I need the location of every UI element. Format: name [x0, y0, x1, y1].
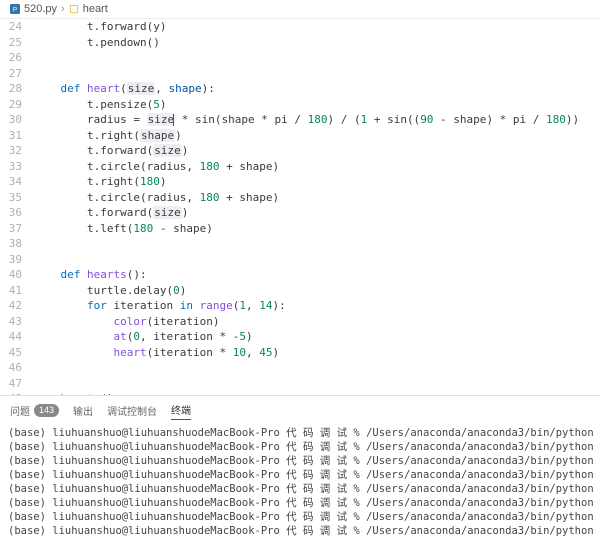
code-line[interactable]: 44 at(0, iteration * -5): [0, 329, 600, 345]
terminal-line: (base) liuhuanshuo@liuhuanshuodeMacBook-…: [8, 468, 592, 482]
code-content: [34, 66, 600, 82]
terminal-line: (base) liuhuanshuo@liuhuanshuodeMacBook-…: [8, 482, 592, 496]
code-line[interactable]: 37 t.left(180 - shape): [0, 221, 600, 237]
line-number: 37: [0, 221, 34, 237]
terminal-line: (base) liuhuanshuo@liuhuanshuodeMacBook-…: [8, 440, 592, 454]
line-number: 29: [0, 97, 34, 113]
code-line[interactable]: 38: [0, 236, 600, 252]
svg-text:P: P: [13, 7, 17, 14]
breadcrumb-file[interactable]: 520.py: [24, 3, 57, 15]
panel-tab-label: 终端: [171, 402, 191, 417]
line-number: 25: [0, 35, 34, 51]
line-number: 31: [0, 128, 34, 144]
code-content: t.right(180): [34, 174, 600, 190]
line-number: 26: [0, 50, 34, 66]
code-content: at(0, iteration * -5): [34, 329, 600, 345]
code-line[interactable]: 30 radius = size * sin(shape * pi / 180)…: [0, 112, 600, 128]
line-number: 34: [0, 174, 34, 190]
code-content: t.forward(size): [34, 143, 600, 159]
code-line[interactable]: 39: [0, 252, 600, 268]
code-line[interactable]: 27: [0, 66, 600, 82]
code-line[interactable]: 43 color(iteration): [0, 314, 600, 330]
code-content: t.pendown(): [34, 35, 600, 51]
line-number: 28: [0, 81, 34, 97]
panel-tabs: 问题 143 输出 调试控制台 终端: [0, 395, 600, 422]
terminal-line: (base) liuhuanshuo@liuhuanshuodeMacBook-…: [8, 496, 592, 510]
line-number: 46: [0, 360, 34, 376]
code-line[interactable]: 28 def heart(size, shape):: [0, 81, 600, 97]
code-content: t.circle(radius, 180 + shape): [34, 159, 600, 175]
code-line[interactable]: 33 t.circle(radius, 180 + shape): [0, 159, 600, 175]
line-number: 43: [0, 314, 34, 330]
line-number: 45: [0, 345, 34, 361]
line-number: 27: [0, 66, 34, 82]
line-number: 39: [0, 252, 34, 268]
panel-tab-terminal[interactable]: 终端: [171, 400, 191, 420]
panel-tab-problems[interactable]: 问题 143: [10, 400, 59, 420]
code-line[interactable]: 26: [0, 50, 600, 66]
code-content: t.right(shape): [34, 128, 600, 144]
line-number: 33: [0, 159, 34, 175]
code-content: t.pensize(5): [34, 97, 600, 113]
panel-tab-label: 调试控制台: [107, 403, 157, 418]
code-content: heart(iteration * 10, 45): [34, 345, 600, 361]
panel-tab-label: 输出: [73, 403, 93, 418]
code-line[interactable]: 29 t.pensize(5): [0, 97, 600, 113]
code-content: radius = size * sin(shape * pi / 180) / …: [34, 112, 600, 128]
panel-tab-debug[interactable]: 调试控制台: [107, 400, 157, 420]
line-number: 41: [0, 283, 34, 299]
code-content: t.left(180 - shape): [34, 221, 600, 237]
terminal-line: (base) liuhuanshuo@liuhuanshuodeMacBook-…: [8, 510, 592, 524]
line-number: 36: [0, 205, 34, 221]
code-content: def heart(size, shape):: [34, 81, 600, 97]
line-number: 47: [0, 376, 34, 392]
terminal-panel[interactable]: (base) liuhuanshuo@liuhuanshuodeMacBook-…: [0, 422, 600, 542]
symbol-function-icon: [69, 4, 79, 14]
terminal-line: (base) liuhuanshuo@liuhuanshuodeMacBook-…: [8, 426, 592, 440]
code-content: t.circle(radius, 180 + shape): [34, 190, 600, 206]
breadcrumb-symbol[interactable]: heart: [83, 3, 108, 15]
line-number: 30: [0, 112, 34, 128]
line-number: 24: [0, 19, 34, 35]
code-line[interactable]: 47: [0, 376, 600, 392]
code-content: [34, 50, 600, 66]
code-content: [34, 360, 600, 376]
line-number: 38: [0, 236, 34, 252]
code-line[interactable]: 25 t.pendown(): [0, 35, 600, 51]
line-number: 32: [0, 143, 34, 159]
code-line[interactable]: 40 def hearts():: [0, 267, 600, 283]
code-content: for iteration in range(1, 14):: [34, 298, 600, 314]
code-line[interactable]: 46: [0, 360, 600, 376]
code-line[interactable]: 24 t.forward(y): [0, 19, 600, 35]
breadcrumb: P 520.py › heart: [0, 0, 600, 19]
code-content: [34, 376, 600, 392]
line-number: 44: [0, 329, 34, 345]
code-line[interactable]: 35 t.circle(radius, 180 + shape): [0, 190, 600, 206]
code-line[interactable]: 32 t.forward(size): [0, 143, 600, 159]
python-file-icon: P: [10, 4, 20, 14]
panel-tab-label: 问题: [10, 403, 30, 418]
code-line[interactable]: 45 heart(iteration * 10, 45): [0, 345, 600, 361]
code-content: t.forward(size): [34, 205, 600, 221]
code-line[interactable]: 41 turtle.delay(0): [0, 283, 600, 299]
panel-tab-output[interactable]: 输出: [73, 400, 93, 420]
code-content: [34, 252, 600, 268]
terminal-line: (base) liuhuanshuo@liuhuanshuodeMacBook-…: [8, 454, 592, 468]
code-line[interactable]: 31 t.right(shape): [0, 128, 600, 144]
code-content: def hearts():: [34, 267, 600, 283]
terminal-line: (base) liuhuanshuo@liuhuanshuodeMacBook-…: [8, 524, 592, 538]
code-content: [34, 236, 600, 252]
problems-count-badge: 143: [34, 404, 59, 417]
code-content: color(iteration): [34, 314, 600, 330]
code-editor[interactable]: 24 t.forward(y)25 t.pendown()262728 def …: [0, 19, 600, 395]
line-number: 40: [0, 267, 34, 283]
code-line[interactable]: 34 t.right(180): [0, 174, 600, 190]
code-content: t.forward(y): [34, 19, 600, 35]
line-number: 35: [0, 190, 34, 206]
code-line[interactable]: 36 t.forward(size): [0, 205, 600, 221]
line-number: 42: [0, 298, 34, 314]
code-line[interactable]: 42 for iteration in range(1, 14):: [0, 298, 600, 314]
code-content: turtle.delay(0): [34, 283, 600, 299]
chevron-right-icon: ›: [61, 3, 65, 15]
